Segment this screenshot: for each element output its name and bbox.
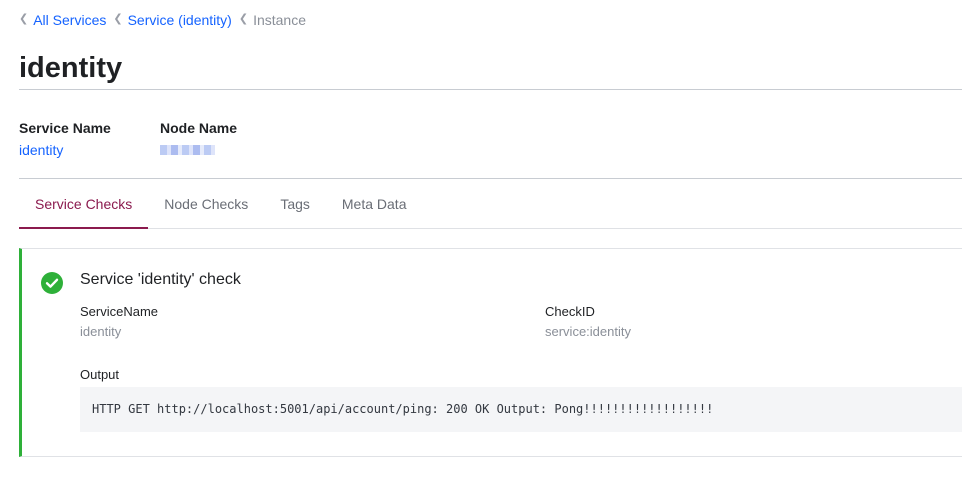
check-output: HTTP GET http://localhost:5001/api/accou… xyxy=(80,387,962,432)
breadcrumb-item-service: ❮ Service (identity) xyxy=(113,11,231,29)
tab-tags[interactable]: Tags xyxy=(264,180,326,228)
output-label: Output xyxy=(80,367,120,382)
breadcrumb-current-instance: Instance xyxy=(253,12,306,28)
tab-service-checks[interactable]: Service Checks xyxy=(19,180,149,229)
service-check-panel: Service 'identity' check ServiceName ide… xyxy=(19,248,962,457)
node-name-label: Node Name xyxy=(160,120,238,136)
tab-bar: Service Checks Node Checks Tags Meta Dat… xyxy=(19,180,962,229)
instance-page: ❮ All Services ❮ Service (identity) ❮ In… xyxy=(0,0,962,502)
check-id-label: CheckID xyxy=(545,304,595,319)
chevron-left-icon: ❮ xyxy=(238,13,249,25)
chevron-left-icon: ❮ xyxy=(113,13,123,25)
check-service-name-label: ServiceName xyxy=(80,304,159,319)
breadcrumb-item-all-services: ❮ All Services xyxy=(19,11,106,29)
breadcrumb-item-instance: ❮ Instance xyxy=(239,11,306,29)
breadcrumb: ❮ All Services ❮ Service (identity) ❮ In… xyxy=(19,11,313,29)
check-service-name-value: identity xyxy=(80,324,122,339)
tab-meta-data[interactable]: Meta Data xyxy=(326,180,423,228)
check-circle-icon xyxy=(41,272,63,294)
node-name-info: Node Name xyxy=(160,119,237,160)
service-name-label: Service Name xyxy=(19,120,111,136)
service-name-link[interactable]: identity xyxy=(19,141,111,159)
check-id-field: CheckID service:identity xyxy=(545,304,631,340)
breadcrumb-link-all-services[interactable]: All Services xyxy=(33,11,106,29)
check-service-name-field: ServiceName identity xyxy=(80,304,158,340)
check-title: Service 'identity' check xyxy=(80,271,241,288)
chevron-left-icon: ❮ xyxy=(19,13,29,25)
check-id-value: service:identity xyxy=(545,324,631,339)
node-name-redacted[interactable] xyxy=(160,145,215,155)
tab-node-checks[interactable]: Node Checks xyxy=(148,180,264,228)
info-divider xyxy=(19,178,962,179)
title-divider xyxy=(19,89,962,90)
service-name-info: Service Name identity xyxy=(19,119,111,159)
breadcrumb-link-service[interactable]: Service (identity) xyxy=(128,11,232,29)
page-title: identity xyxy=(19,52,123,84)
